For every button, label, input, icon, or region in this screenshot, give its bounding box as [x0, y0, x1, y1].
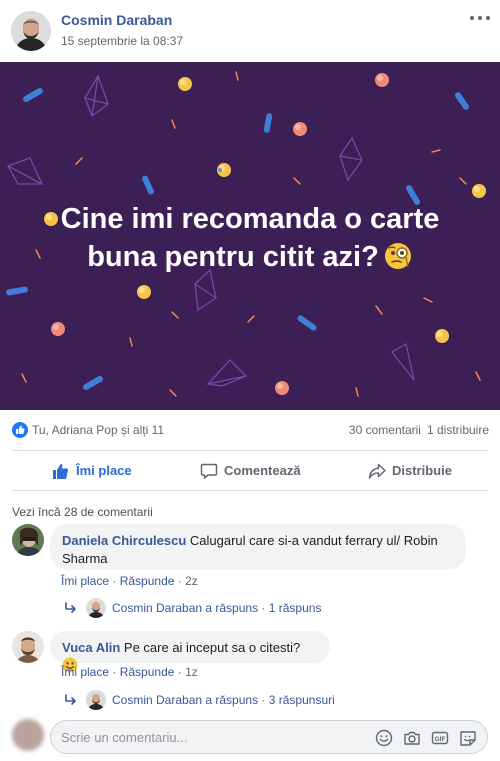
view-more-comments-link[interactable]: Vezi încă 28 de comentarii — [12, 505, 153, 519]
svg-text:GIF: GIF — [435, 736, 446, 743]
share-button[interactable]: Distribuie — [368, 451, 452, 490]
like-button-label: Îmi place — [76, 463, 132, 478]
replier-avatar — [86, 690, 106, 710]
share-arrow-icon — [368, 463, 386, 479]
camera-icon[interactable] — [403, 729, 421, 747]
comment-button[interactable]: Comentează — [200, 451, 301, 490]
comment-reply-link[interactable]: Răspunde — [120, 665, 175, 679]
like-button[interactable]: Îmi place — [52, 451, 132, 490]
post-stats: Tu, Adriana Pop și alți 11 30 comentarii… — [0, 410, 500, 450]
monocle-face-icon — [383, 241, 413, 271]
post-text-line-2: buna pentru citit azi? — [87, 241, 379, 273]
engagement-counts: 30 comentarii 1 distribuire — [349, 423, 489, 437]
comment-time[interactable]: 2z — [185, 574, 198, 588]
replies-summary[interactable]: Cosmin Daraban a răspuns · 3 răspunsuri — [64, 690, 335, 710]
comment-text: Pe care ai inceput sa o citesti? — [123, 640, 301, 655]
comment-input[interactable] — [61, 727, 371, 747]
post-timestamp[interactable]: 15 septembrie la 08:37 — [61, 34, 183, 48]
comments-count[interactable]: 30 comentarii — [349, 423, 421, 437]
author-avatar[interactable] — [11, 11, 51, 51]
share-button-label: Distribuie — [392, 463, 452, 478]
post-header: Cosmin Daraban 15 septembrie la 08:37 — [0, 0, 500, 62]
replier-avatar — [86, 598, 106, 618]
comment-meta: Îmi place · Răspunde · 1z — [61, 665, 198, 679]
post-text-line-1: Cine imi recomanda o carte — [60, 203, 440, 235]
comment-author[interactable]: Vuca Alin — [62, 640, 120, 655]
comment-author[interactable]: Daniela Chirculescu — [62, 533, 186, 548]
shares-count[interactable]: 1 distribuire — [427, 423, 489, 437]
comment-reply-link[interactable]: Răspunde — [120, 574, 175, 588]
comment-button-label: Comentează — [224, 463, 301, 478]
comment-like-link[interactable]: Îmi place — [61, 574, 109, 588]
comment-avatar[interactable] — [12, 631, 44, 663]
replier-text: Cosmin Daraban a răspuns — [112, 601, 259, 615]
replies-summary[interactable]: Cosmin Daraban a răspuns · 1 răspuns — [64, 598, 321, 618]
comment-time[interactable]: 1z — [185, 665, 198, 679]
sticker-icon[interactable] — [459, 729, 477, 747]
more-options-icon[interactable] — [470, 10, 490, 26]
replier-text: Cosmin Daraban a răspuns — [112, 693, 259, 707]
post-background-banner: Cine imi recomanda o carte buna pentru c… — [0, 62, 500, 410]
current-user-avatar[interactable] — [12, 719, 44, 751]
comment-avatar[interactable] — [12, 524, 44, 556]
reactors-text[interactable]: Tu, Adriana Pop și alți 11 — [32, 423, 164, 437]
post-action-bar: Îmi place Comentează Distribuie — [12, 450, 488, 491]
reply-arrow-icon — [65, 602, 76, 613]
author-name[interactable]: Cosmin Daraban — [61, 12, 172, 28]
post-text: Cine imi recomanda o carte buna pentru c… — [0, 200, 500, 276]
reply-count: 3 răspunsuri — [268, 693, 335, 707]
comment-like-link[interactable]: Îmi place — [61, 665, 109, 679]
comment-bubble: Daniela Chirculescu Calugarul care si-a … — [50, 524, 466, 570]
comment-meta: Îmi place · Răspunde · 2z — [61, 574, 198, 588]
speech-bubble-icon — [200, 463, 218, 479]
reply-count: 1 răspuns — [268, 601, 322, 615]
like-reaction-icon[interactable] — [12, 422, 28, 438]
comment-bubble: Vuca Alin Pe care ai inceput sa o citest… — [50, 631, 330, 673]
comment-composer: GIF — [50, 720, 488, 754]
emoji-icon[interactable] — [375, 729, 393, 747]
thumbs-up-icon — [53, 463, 68, 479]
reply-arrow-icon — [65, 694, 76, 705]
gif-icon[interactable]: GIF — [431, 729, 449, 747]
